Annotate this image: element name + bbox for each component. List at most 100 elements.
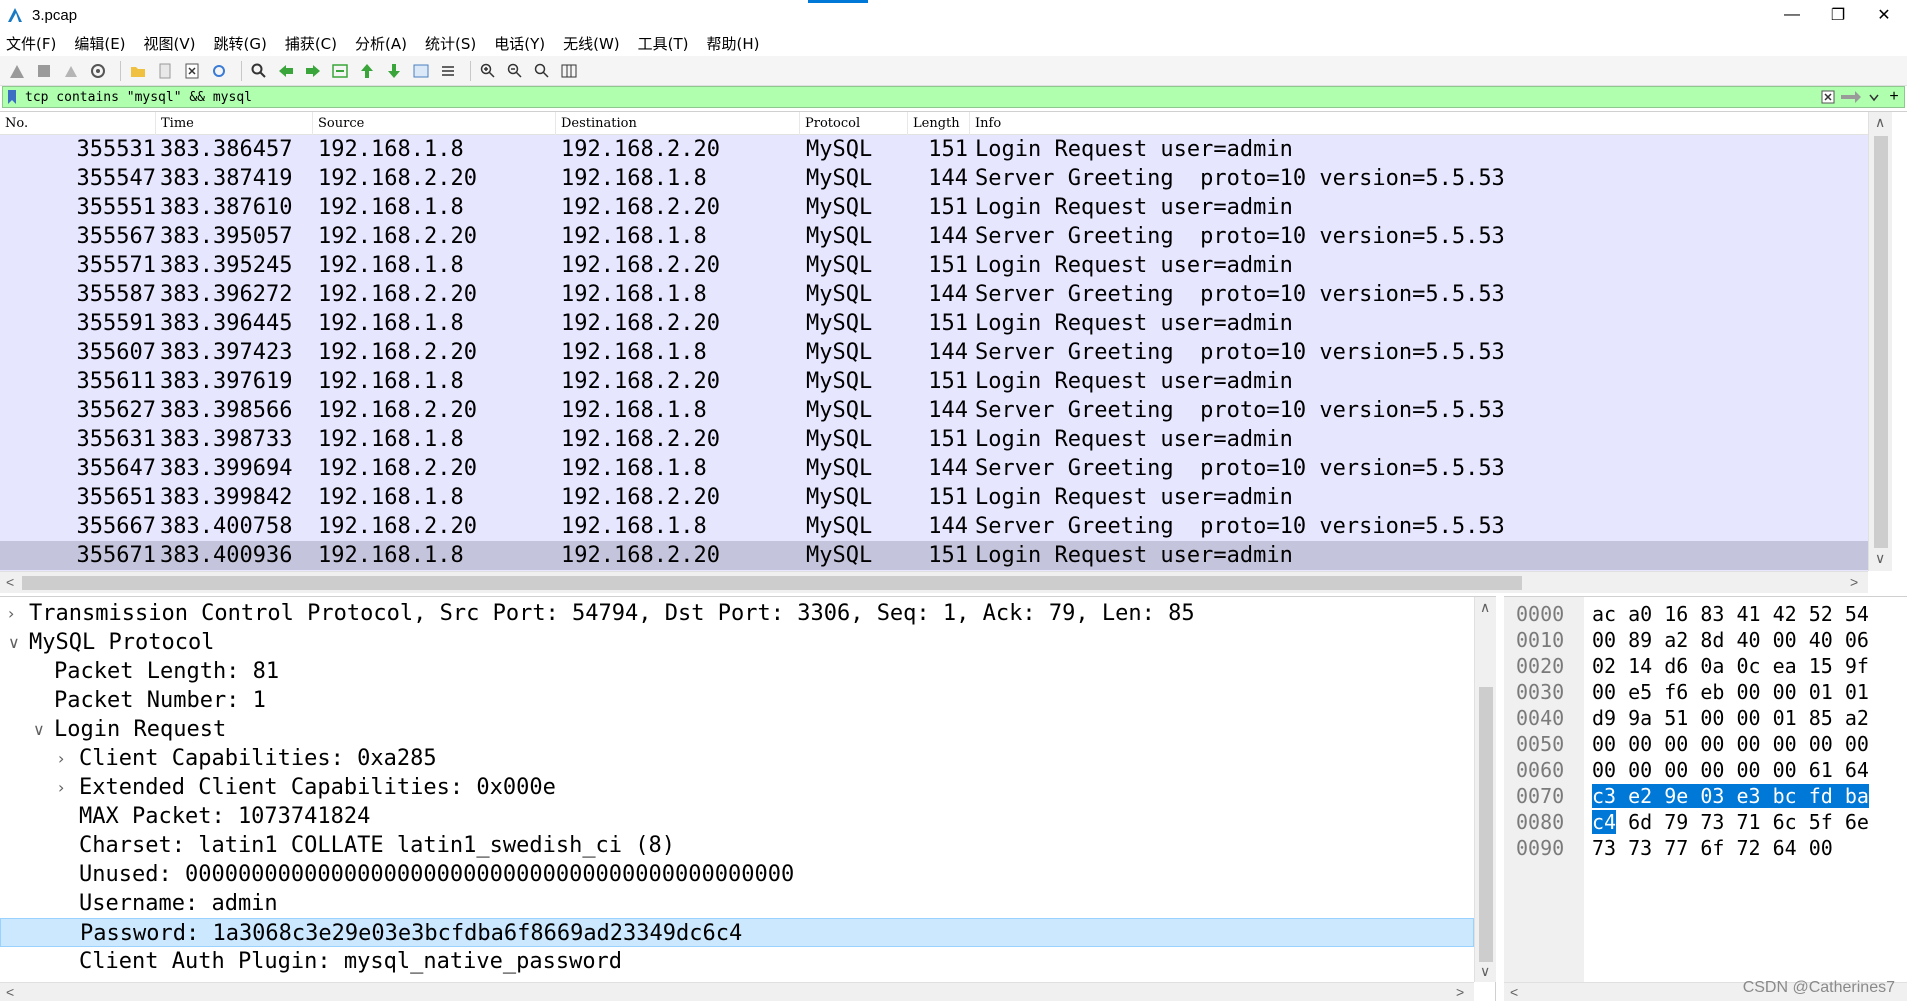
detail-tree-item[interactable]: › Extended Client Capabilities: 0x000e [0, 773, 1474, 802]
scroll-left-icon[interactable]: < [6, 574, 14, 590]
close-file-button[interactable] [181, 60, 203, 82]
bookmark-icon[interactable] [5, 89, 19, 105]
start-capture-button[interactable] [6, 60, 28, 82]
packet-row[interactable]: 355571 383.395245 192.168.1.8 192.168.2.20 M… [0, 251, 1868, 280]
packet-row[interactable]: 355547 383.387419 192.168.2.20 192.168.1.8 M… [0, 164, 1868, 193]
scrollbar-thumb[interactable] [1479, 687, 1493, 962]
close-button[interactable]: ✕ [1861, 0, 1907, 30]
scroll-up-icon[interactable]: ∧ [1480, 599, 1490, 616]
hex-line[interactable]: 00 00 00 00 00 00 00 00 [1592, 731, 1869, 757]
apply-filter-button[interactable] [1838, 88, 1864, 106]
column-header-info[interactable]: Info [970, 112, 1868, 135]
menu-item[interactable]: 统计(S) [425, 33, 476, 54]
menu-item[interactable]: 无线(W) [563, 33, 620, 54]
packet-row[interactable]: 355671 383.400936 192.168.1.8 192.168.2.20 M… [0, 541, 1868, 570]
capture-options-button[interactable] [87, 60, 109, 82]
restore-button[interactable]: ❐ [1815, 0, 1861, 30]
packet-row[interactable]: 355631 383.398733 192.168.1.8 192.168.2.20 M… [0, 425, 1868, 454]
chevron-down-icon[interactable]: ∨ [8, 628, 20, 657]
details-horizontal-scrollbar[interactable]: < > [0, 982, 1474, 1001]
detail-tree-item[interactable]: Charset: latin1 COLLATE latin1_swedish_c… [0, 831, 1474, 860]
first-packet-button[interactable] [356, 60, 378, 82]
colorize-button[interactable] [437, 60, 459, 82]
hex-line[interactable]: 00 00 00 00 00 00 61 64 [1592, 757, 1869, 783]
detail-tree-item[interactable]: Password: 1a3068c3e29e03e3bcfdba6f8669ad… [0, 918, 1474, 947]
chevron-right-icon[interactable]: › [58, 744, 64, 773]
packet-row[interactable]: 355651 383.399842 192.168.1.8 192.168.2.20 M… [0, 483, 1868, 512]
scroll-up-icon[interactable]: ∧ [1875, 114, 1885, 131]
detail-tree-item[interactable]: Username: admin [0, 889, 1474, 918]
hex-line[interactable]: d9 9a 51 00 00 01 85 a2 [1592, 705, 1869, 731]
scrollbar-thumb[interactable] [1874, 136, 1888, 548]
detail-tree-item[interactable]: › Client Capabilities: 0xa285 [0, 744, 1474, 773]
last-packet-button[interactable] [383, 60, 405, 82]
packet-row[interactable]: 355607 383.397423 192.168.2.20 192.168.1.8 M… [0, 338, 1868, 367]
zoom-out-button[interactable] [504, 60, 526, 82]
column-header-protocol[interactable]: Protocol [800, 112, 908, 135]
packet-row[interactable]: 355627 383.398566 192.168.2.20 192.168.1.8 M… [0, 396, 1868, 425]
packet-row[interactable]: 355667 383.400758 192.168.2.20 192.168.1.8 M… [0, 512, 1868, 541]
column-header-source[interactable]: Source [313, 112, 556, 135]
menu-item[interactable]: 电话(Y) [494, 33, 545, 54]
scroll-down-icon[interactable]: ∨ [1480, 963, 1490, 980]
zoom-in-button[interactable] [477, 60, 499, 82]
hex-line[interactable]: 02 14 d6 0a 0c ea 15 9f [1592, 653, 1869, 679]
detail-tree-item[interactable]: ∨ Login Request [0, 715, 1474, 744]
auto-scroll-button[interactable] [410, 60, 432, 82]
packet-list-vertical-scrollbar[interactable]: ∧ ∨ [1868, 112, 1892, 571]
packet-row[interactable]: 355647 383.399694 192.168.2.20 192.168.1.8 M… [0, 454, 1868, 483]
scroll-left-icon[interactable]: < [6, 984, 14, 1000]
chevron-right-icon[interactable]: › [58, 773, 64, 802]
find-packet-button[interactable] [248, 60, 270, 82]
filter-history-dropdown[interactable] [1864, 88, 1884, 106]
packet-row[interactable]: 355591 383.396445 192.168.1.8 192.168.2.20 M… [0, 309, 1868, 338]
scrollbar-thumb[interactable] [22, 576, 1522, 590]
column-header-no[interactable]: No. [0, 112, 156, 135]
detail-tree-item[interactable]: Unused: 00000000000000000000000000000000… [0, 860, 1474, 889]
normal-size-button[interactable] [531, 60, 553, 82]
menu-item[interactable]: 捕获(C) [285, 33, 337, 54]
menu-item[interactable]: 帮助(H) [707, 33, 760, 54]
column-header-destination[interactable]: Destination [556, 112, 800, 135]
clear-filter-button[interactable] [1818, 88, 1838, 106]
hex-line[interactable]: 00 e5 f6 eb 00 00 01 01 [1592, 679, 1869, 705]
menu-item[interactable]: 视图(V) [144, 33, 196, 54]
detail-tree-item[interactable]: Packet Number: 1 [0, 686, 1474, 715]
packet-row[interactable]: 355587 383.396272 192.168.2.20 192.168.1.8 M… [0, 280, 1868, 309]
packet-list-horizontal-scrollbar[interactable]: < > [0, 571, 1868, 593]
resize-columns-button[interactable] [558, 60, 580, 82]
hex-line[interactable]: ac a0 16 83 41 42 52 54 [1592, 601, 1869, 627]
go-back-button[interactable] [275, 60, 297, 82]
minimize-button[interactable]: — [1769, 0, 1815, 30]
detail-tree-item[interactable]: Packet Length: 81 [0, 657, 1474, 686]
menu-item[interactable]: 工具(T) [638, 33, 689, 54]
scroll-down-icon[interactable]: ∨ [1875, 550, 1885, 567]
column-header-time[interactable]: Time [156, 112, 313, 135]
open-file-button[interactable] [127, 60, 149, 82]
detail-tree-item[interactable]: › Transmission Control Protocol, Src Port… [0, 599, 1474, 628]
scroll-left-icon[interactable]: < [1510, 984, 1518, 1000]
reload-button[interactable] [208, 60, 230, 82]
chevron-down-icon[interactable]: ∨ [33, 715, 45, 744]
hex-line[interactable]: 00 89 a2 8d 40 00 40 06 [1592, 627, 1869, 653]
menu-item[interactable]: 分析(A) [355, 33, 407, 54]
packet-row[interactable]: 355567 383.395057 192.168.2.20 192.168.1.8 M… [0, 222, 1868, 251]
column-header-length[interactable]: Length [908, 112, 970, 135]
restart-capture-button[interactable] [60, 60, 82, 82]
stop-capture-button[interactable] [33, 60, 55, 82]
detail-tree-item[interactable]: MAX Packet: 1073741824 [0, 802, 1474, 831]
hex-line[interactable]: c4 6d 79 73 71 6c 5f 6e [1592, 809, 1869, 835]
save-file-button[interactable] [154, 60, 176, 82]
packet-row[interactable]: 355531 383.386457 192.168.1.8 192.168.2.20 M… [0, 135, 1868, 164]
menu-item[interactable]: 文件(F) [6, 33, 56, 54]
display-filter-input[interactable] [25, 88, 1818, 106]
detail-tree-item[interactable]: ∨ MySQL Protocol [0, 628, 1474, 657]
add-filter-button[interactable]: + [1884, 88, 1904, 106]
packet-row[interactable]: 355611 383.397619 192.168.1.8 192.168.2.20 M… [0, 367, 1868, 396]
scroll-right-icon[interactable]: > [1850, 574, 1858, 590]
chevron-right-icon[interactable]: › [8, 599, 14, 628]
go-to-packet-button[interactable] [329, 60, 351, 82]
menu-item[interactable]: 跳转(G) [214, 33, 267, 54]
go-forward-button[interactable] [302, 60, 324, 82]
details-vertical-scrollbar[interactable]: ∧ ∨ [1474, 597, 1496, 982]
